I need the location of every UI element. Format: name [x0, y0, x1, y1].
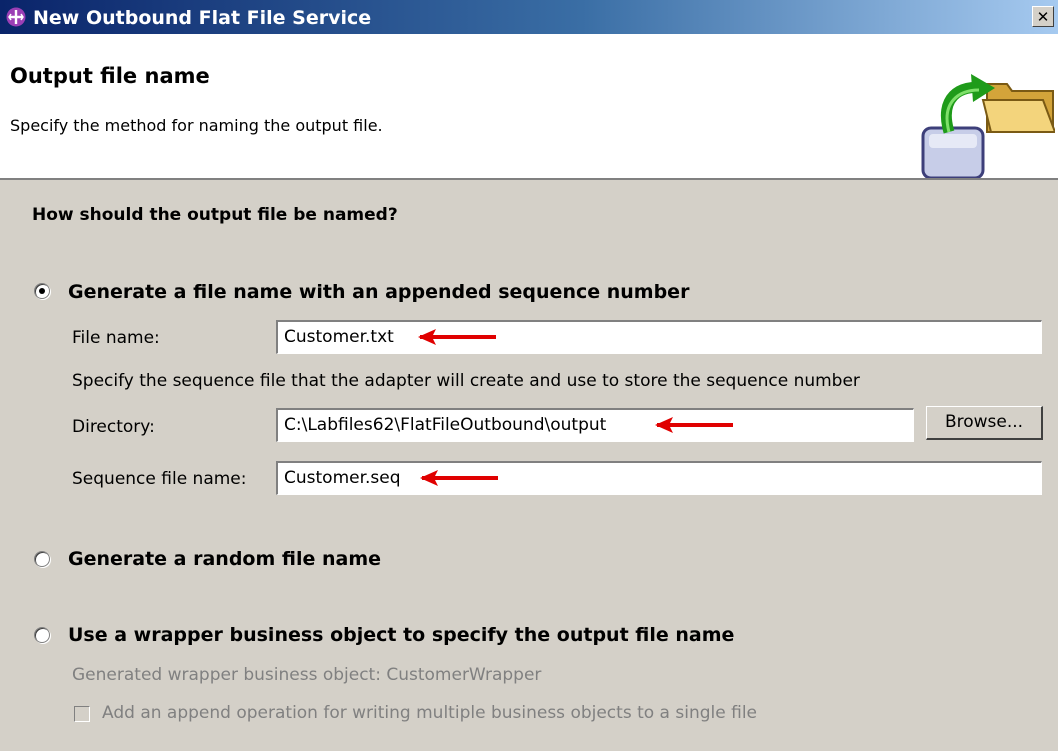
browse-button[interactable]: Browse... — [926, 406, 1043, 440]
file-name-input[interactable]: Customer.txt — [276, 320, 1042, 354]
close-icon: ✕ — [1036, 8, 1050, 26]
option-wrapper-label[interactable]: Use a wrapper business object to specify… — [68, 624, 734, 646]
naming-question: How should the output file be named? — [32, 205, 398, 225]
annotation-arrow-directory — [655, 417, 733, 433]
directory-input[interactable]: C:\Labfiles62\FlatFileOutbound\output — [276, 408, 914, 442]
radio-sequence-number[interactable] — [34, 283, 50, 299]
window-title-bar: New Outbound Flat File Service ✕ — [0, 0, 1058, 34]
wizard-header: Output file name Specify the method for … — [0, 34, 1058, 180]
generated-wrapper-label: Generated wrapper business object: — [72, 665, 381, 685]
annotation-arrow-file-name — [418, 329, 496, 345]
sequence-file-value: Customer.seq — [284, 468, 401, 488]
generated-wrapper-value: CustomerWrapper — [386, 665, 542, 685]
directory-label: Directory: — [72, 417, 155, 437]
window-title: New Outbound Flat File Service — [33, 7, 372, 29]
close-button[interactable]: ✕ — [1032, 6, 1054, 27]
file-name-label: File name: — [72, 328, 160, 348]
app-icon — [6, 7, 26, 27]
append-operation-checkbox[interactable] — [74, 706, 90, 722]
radio-selected-dot — [39, 288, 45, 294]
sequence-file-label: Sequence file name: — [72, 469, 247, 489]
option-sequence-label[interactable]: Generate a file name with an appended se… — [68, 281, 689, 303]
annotation-arrow-sequence-file — [420, 470, 498, 486]
directory-value: C:\Labfiles62\FlatFileOutbound\output — [284, 415, 607, 435]
radio-random-name[interactable] — [34, 551, 50, 567]
generated-wrapper-row: Generated wrapper business object: Custo… — [72, 665, 541, 685]
page-title: Output file name — [10, 64, 210, 88]
sequence-hint: Specify the sequence file that the adapt… — [72, 371, 860, 391]
sequence-file-input[interactable]: Customer.seq — [276, 461, 1042, 495]
file-name-value: Customer.txt — [284, 327, 394, 347]
option-random-label[interactable]: Generate a random file name — [68, 548, 381, 570]
file-output-wizard-icon — [921, 74, 1055, 178]
append-operation-label[interactable]: Add an append operation for writing mult… — [102, 703, 757, 723]
page-description: Specify the method for naming the output… — [10, 116, 383, 135]
radio-wrapper-object[interactable] — [34, 627, 50, 643]
